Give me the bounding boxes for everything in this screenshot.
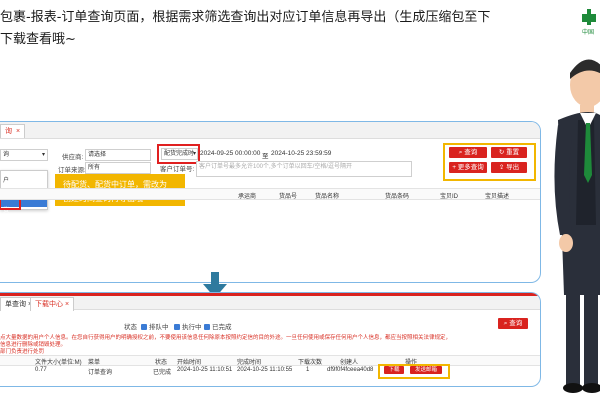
- order-source-select[interactable]: 所有: [85, 162, 151, 174]
- chevron-down-icon: ▾: [41, 152, 45, 158]
- cell-menu: 订单查询: [88, 370, 113, 376]
- search-icon: ⌕: [458, 149, 463, 156]
- export-icon: ⇪: [498, 164, 505, 171]
- reset-button[interactable]: ↻ 重置: [491, 147, 527, 158]
- cell-status: 已完成: [153, 370, 172, 376]
- tab-close-icon[interactable]: ×: [65, 301, 69, 308]
- cell-size: 0.77: [35, 367, 47, 373]
- table-header: 承运商 货品号 货品名称 货品条码 宝贝ID 宝贝描述: [0, 188, 540, 200]
- tab-bar: 单查询 × 下载中心 ×: [0, 296, 540, 311]
- col-goods-barcode: 货品条码: [385, 194, 410, 200]
- tab-order-query[interactable]: 询 ×: [0, 124, 26, 138]
- plus-icon: +: [452, 164, 456, 171]
- presenter-illustration: [550, 45, 600, 400]
- status-done-checkbox[interactable]: 已完成: [204, 321, 232, 331]
- tab-download-center[interactable]: 下载中心 ×: [30, 297, 75, 311]
- header-line-2: 下载查看哦~: [0, 32, 76, 47]
- header-line-1: 包裹-报表-订单查询页面，根据需求筛选查询出对应订单信息再导出（生成压缩包至下: [0, 10, 491, 25]
- send-email-button[interactable]: 发送邮箱: [410, 366, 442, 374]
- col-goods-no: 货品号: [279, 194, 298, 200]
- order-query-panel: 询 × 询 ▾ 供应商: 请选择 订单来源: 所有 户 货 配货完成时 ▾ 20…: [0, 121, 541, 283]
- download-center-panel: 单查询 × 下载中心 × 状态 排队中 执行中 已完成 ⌕ 查询 点大量数据的用…: [0, 292, 541, 387]
- dropdown-item[interactable]: 户: [3, 175, 9, 184]
- col-goods-name: 货品名称: [315, 194, 340, 200]
- cell-download-count: 1: [306, 367, 310, 373]
- chevron-down-icon: ▾: [192, 151, 196, 157]
- date-type-select[interactable]: 配货完成时 ▾: [161, 148, 198, 160]
- status-queued-checkbox[interactable]: 排队中: [141, 321, 169, 331]
- date-start-input[interactable]: 2024-09-25 00:00:00: [200, 150, 260, 157]
- order-source-label: 订单来源:: [58, 167, 86, 174]
- cell-creator: df9f0f4fceea40d8: [327, 367, 374, 373]
- export-button[interactable]: ⇪ 导出: [491, 162, 527, 173]
- status-label: 状态: [124, 324, 137, 331]
- cell-start-time: 2024-10-25 11:10:51: [177, 367, 233, 373]
- checkbox-icon: [204, 324, 210, 331]
- search-button[interactable]: ⌕ 查询: [449, 147, 487, 158]
- checkbox-icon: [141, 324, 147, 331]
- search-icon: ⌕: [503, 320, 508, 327]
- tab-bar: 询 ×: [0, 122, 540, 139]
- reset-icon: ↻: [498, 149, 505, 156]
- brand-logo-text: 中国: [582, 30, 595, 36]
- more-search-button[interactable]: + 更多查询: [449, 162, 487, 173]
- supplier-label: 供应商:: [62, 154, 84, 161]
- date-to-label: 至: [262, 153, 269, 160]
- query-type-select[interactable]: 询 ▾: [0, 149, 48, 161]
- col-item-desc: 宝贝描述: [485, 194, 510, 200]
- table-row: 0.77 订单查询 已完成 2024-10-25 11:10:51 2024-1…: [0, 364, 540, 379]
- order-no-textarea[interactable]: 客户订单号最多允许100个,多个订单以回车/空格/逗号隔开: [196, 161, 412, 177]
- download-button[interactable]: 下载: [384, 366, 404, 374]
- cell-end-time: 2024-10-25 11:10:55: [237, 367, 293, 373]
- order-no-label: 客户订单号:: [160, 166, 195, 173]
- supplier-select[interactable]: 请选择: [85, 149, 151, 161]
- col-item-id: 宝贝ID: [440, 194, 459, 200]
- tab-close-icon[interactable]: ×: [16, 128, 20, 135]
- tab-label: 询: [5, 128, 12, 135]
- col-carrier: 承运商: [238, 194, 257, 200]
- privacy-note-1: 点大量数据的用户个人信息。在您自行获得用户的明确授权之前，不要使用该信息任何除原…: [0, 335, 452, 341]
- search-button[interactable]: ⌕ 查询: [498, 318, 528, 329]
- checkbox-icon: [174, 324, 180, 331]
- privacy-note-3: 部门负责进行处罚: [0, 349, 45, 355]
- status-running-checkbox[interactable]: 执行中: [174, 321, 202, 331]
- brand-logo-icon: [580, 8, 598, 26]
- date-end-input[interactable]: 2024-10-25 23:59:59: [271, 150, 331, 157]
